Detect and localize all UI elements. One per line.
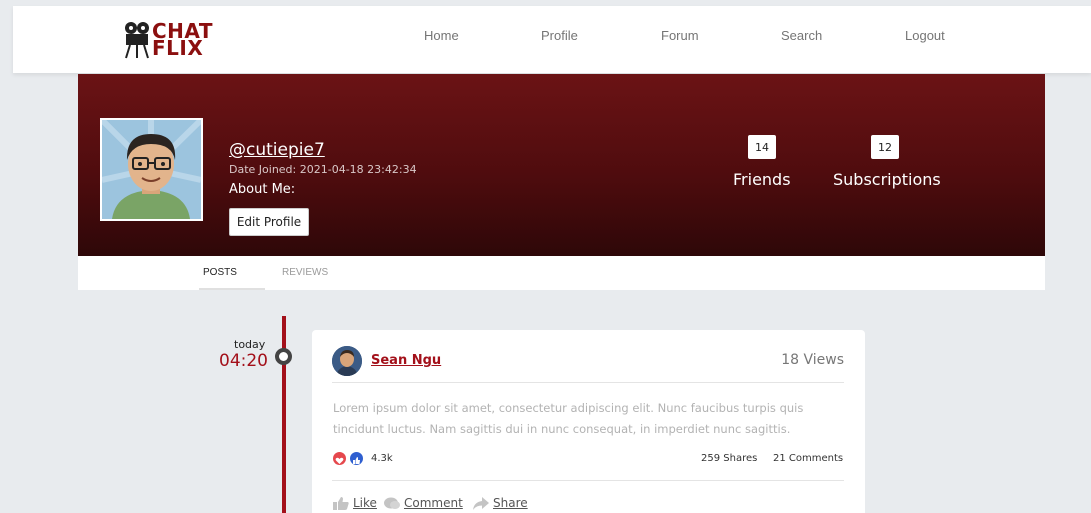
nav-logout[interactable]: Logout — [905, 28, 945, 43]
date-joined: Date Joined: 2021-04-18 23:42:34 — [229, 163, 417, 176]
share-count[interactable]: 259 Shares — [701, 453, 757, 464]
share-label: Share — [493, 496, 528, 510]
comment-count[interactable]: 21 Comments — [773, 453, 843, 464]
subscriptions-label[interactable]: Subscriptions — [833, 170, 941, 189]
nav-profile[interactable]: Profile — [541, 28, 578, 43]
top-navbar: CHAT FLIX Home Profile Forum Search Logo… — [13, 6, 1091, 73]
share-button[interactable]: Share — [473, 496, 528, 510]
like-label: Like — [353, 496, 377, 510]
timeline-line — [282, 316, 286, 513]
post-card: Sean Ngu 18 Views Lorem ipsum dolor sit … — [312, 330, 865, 513]
post-author-avatar[interactable] — [332, 346, 362, 376]
comment-label: Comment — [404, 496, 463, 510]
tab-reviews[interactable]: REVIEWS — [282, 267, 328, 278]
edit-profile-button[interactable]: Edit Profile — [229, 208, 309, 236]
post-views: 18 Views — [781, 352, 844, 368]
chatflix-logo[interactable]: CHAT FLIX — [124, 20, 224, 60]
comment-bubble-icon — [384, 497, 400, 510]
like-button[interactable]: Like — [333, 496, 377, 510]
share-arrow-icon — [473, 496, 489, 510]
tab-posts[interactable]: POSTS — [203, 267, 237, 278]
profile-username[interactable]: @cutiepie7 — [229, 140, 325, 160]
comment-button[interactable]: Comment — [384, 496, 463, 510]
post-divider-bottom — [332, 480, 844, 481]
thumbs-up-icon — [333, 496, 349, 510]
heart-reaction-icon — [333, 452, 346, 465]
timeline-time: 04:20 — [219, 351, 268, 371]
subscriptions-count: 12 — [871, 135, 899, 159]
thumbs-up-reaction-icon — [350, 452, 363, 465]
post-divider-top — [332, 382, 844, 383]
timeline-dot-icon — [275, 348, 292, 365]
profile-banner: @cutiepie7 Date Joined: 2021-04-18 23:42… — [78, 74, 1045, 256]
active-tab-indicator — [199, 288, 265, 290]
nav-home[interactable]: Home — [424, 28, 459, 43]
post-body: Lorem ipsum dolor sit amet, consectetur … — [333, 401, 804, 436]
profile-tabs: POSTS REVIEWS — [78, 256, 1045, 290]
nav-search[interactable]: Search — [781, 28, 822, 43]
post-author-name[interactable]: Sean Ngu — [371, 353, 441, 368]
reaction-count: 4.3k — [371, 453, 393, 464]
about-me-label: About Me: — [229, 182, 296, 197]
profile-avatar — [100, 118, 203, 221]
friends-count: 14 — [748, 135, 776, 159]
timeline-day: today — [234, 338, 266, 351]
nav-forum[interactable]: Forum — [661, 28, 699, 43]
friends-label[interactable]: Friends — [733, 170, 791, 189]
film-camera-icon — [124, 21, 150, 59]
